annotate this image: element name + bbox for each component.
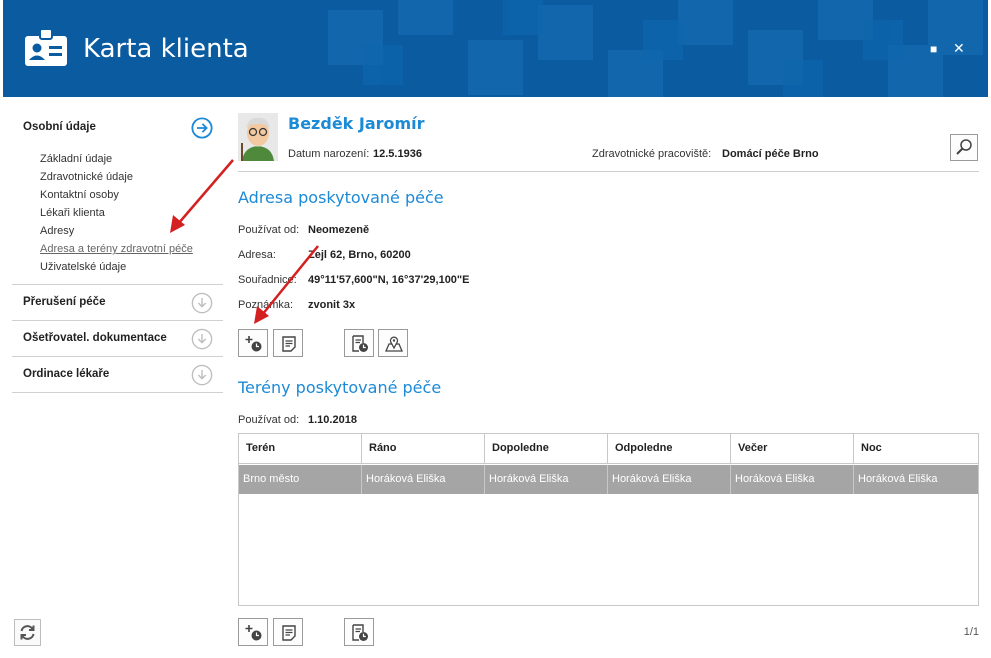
table-row[interactable]: Brno město Horáková Eliška Horáková Eliš…: [239, 465, 978, 494]
edit-address-button[interactable]: [273, 329, 303, 357]
column-header-rano[interactable]: Ráno: [362, 434, 485, 464]
table-cell: Horáková Eliška: [731, 465, 854, 494]
divider: [238, 171, 979, 172]
column-header-teren[interactable]: Terén: [239, 434, 362, 464]
add-terrain-button[interactable]: [238, 618, 268, 646]
coordinates-value: 49°11'57,600"N, 16°37'29,100"E: [308, 274, 470, 286]
client-name: Bezděk Jaromír: [288, 114, 425, 133]
sidebar-item-lekari-klienta[interactable]: Lékaři klienta: [40, 204, 223, 222]
arrow-down-circle-icon[interactable]: [191, 292, 213, 314]
section-label: Ordinace lékaře: [23, 368, 110, 380]
use-from-value: Neomezeně: [308, 224, 370, 236]
pager: 1/1: [963, 626, 979, 638]
sidebar: Osobní údaje Základní údaje Zdravotnické…: [12, 110, 223, 393]
coordinates-label: Souřadnice:: [238, 274, 297, 286]
window-title: Karta klienta: [83, 34, 249, 64]
column-header-odpoledne[interactable]: Odpoledne: [608, 434, 731, 464]
refresh-button[interactable]: [14, 619, 41, 646]
arrow-right-circle-icon[interactable]: [191, 117, 213, 139]
document-icon: [282, 336, 296, 352]
search-client-button[interactable]: [950, 134, 978, 161]
title-bar: Karta klienta ■ ✕: [3, 0, 988, 97]
table-cell: Brno město: [239, 465, 362, 494]
table-cell: Horáková Eliška: [858, 473, 938, 485]
section-label: Ošetřovatel. dokumentace: [23, 332, 167, 344]
refresh-icon: [20, 625, 35, 640]
address-history-button[interactable]: [344, 329, 374, 357]
table-header: Terén Ráno Dopoledne Odpoledne Večer Noc: [239, 434, 978, 464]
section-preruseni-pece[interactable]: Přerušení péče: [12, 285, 223, 321]
section-ordinace-lekare[interactable]: Ordinace lékaře: [12, 357, 223, 393]
map-pin-icon: [385, 336, 403, 352]
client-avatar: [238, 113, 278, 161]
terrain-use-from-label: Používat od:: [238, 414, 300, 426]
add-clock-icon: [245, 336, 262, 352]
column-header-vecer[interactable]: Večer: [731, 434, 854, 464]
column-header-noc[interactable]: Noc: [854, 434, 978, 464]
terrain-history-button[interactable]: [344, 618, 374, 646]
show-map-button[interactable]: [378, 329, 408, 357]
sidebar-item-adresa-tereny[interactable]: Adresa a terény zdravotní péče: [40, 240, 223, 258]
use-from-label: Používat od:: [238, 224, 300, 236]
sidebar-item-zakladni-udaje[interactable]: Základní údaje: [40, 150, 223, 168]
dob-value: 12.5.1936: [373, 148, 422, 160]
subnav: Základní údaje Zdravotnické údaje Kontak…: [12, 146, 223, 285]
arrow-down-circle-icon[interactable]: [191, 328, 213, 350]
edit-terrain-button[interactable]: [273, 618, 303, 646]
document-clock-icon: [352, 624, 368, 641]
sidebar-item-zdravotnicke-udaje[interactable]: Zdravotnické údaje: [40, 168, 223, 186]
add-address-button[interactable]: [238, 329, 268, 357]
section-osobni-udaje[interactable]: Osobní údaje: [12, 110, 223, 146]
document-icon: [282, 625, 296, 641]
terrain-table: Terén Ráno Dopoledne Odpoledne Večer Noc…: [238, 433, 979, 606]
sidebar-item-kontaktni-osoby[interactable]: Kontaktní osoby: [40, 186, 223, 204]
sidebar-item-adresy[interactable]: Adresy: [40, 222, 223, 240]
address-label: Adresa:: [238, 249, 276, 261]
section-label: Přerušení péče: [23, 296, 106, 308]
id-card-icon: [25, 28, 67, 66]
arrow-down-circle-icon[interactable]: [191, 364, 213, 386]
header-pattern: [328, 0, 983, 97]
table-cell: Horáková Eliška: [362, 465, 485, 494]
table-cell: Horáková Eliška: [485, 465, 608, 494]
note-value: zvonit 3x: [308, 299, 356, 311]
workplace-label: Zdravotnické pracoviště:: [592, 148, 712, 160]
address-section-title: Adresa poskytované péče: [238, 188, 444, 207]
terrain-use-from-value: 1.10.2018: [308, 414, 357, 426]
note-label: Poznámka:: [238, 299, 294, 311]
section-osetrovatel-dokumentace[interactable]: Ošetřovatel. dokumentace: [12, 321, 223, 357]
document-clock-icon: [352, 335, 368, 352]
maximize-button[interactable]: ■: [930, 42, 937, 56]
sidebar-item-uzivatelske-udaje[interactable]: Uživatelské údaje: [40, 258, 223, 276]
close-button[interactable]: ✕: [953, 40, 965, 57]
section-label: Osobní údaje: [23, 121, 96, 133]
column-header-dopoledne[interactable]: Dopoledne: [485, 434, 608, 464]
address-value: Zejl 62, Brno, 60200: [308, 249, 411, 261]
table-cell: Horáková Eliška: [608, 465, 731, 494]
workplace-value: Domácí péče Brno: [722, 148, 819, 160]
add-clock-icon: [245, 625, 262, 641]
dob-label: Datum narození:: [288, 148, 370, 160]
magnifier-icon: [956, 139, 972, 155]
terrain-section-title: Terény poskytované péče: [238, 378, 442, 397]
